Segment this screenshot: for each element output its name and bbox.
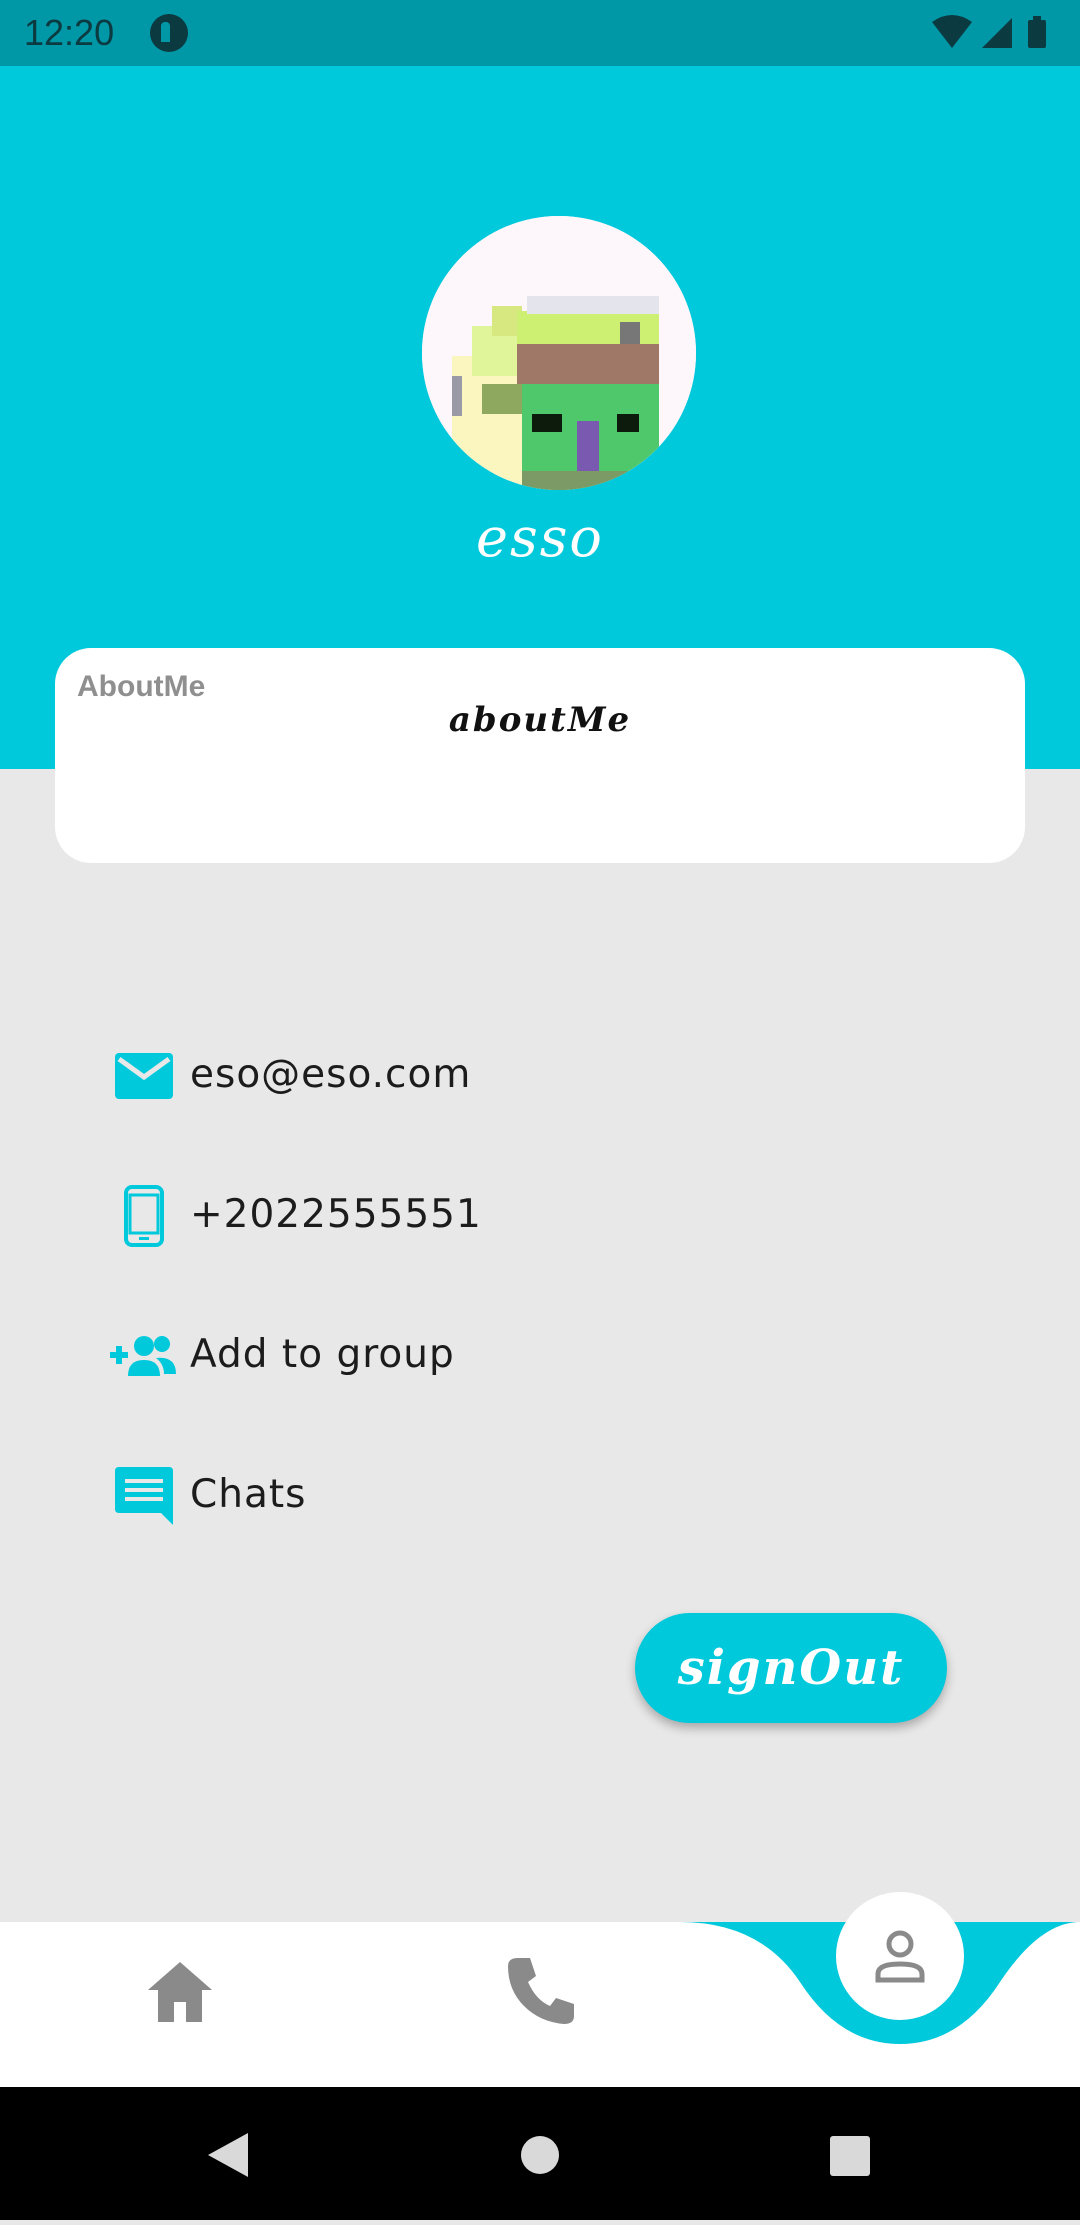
- bottom-navigation: [0, 1892, 1080, 2087]
- notification-app-icon: [150, 14, 188, 52]
- system-navigation-bar: [0, 2087, 1080, 2220]
- about-me-label: AboutMe: [77, 670, 206, 703]
- status-time: 12:20: [24, 12, 115, 53]
- chats-text: Chats: [190, 1472, 307, 1517]
- phone-icon[interactable]: [500, 1950, 580, 2030]
- add-to-group-text: Add to group: [190, 1332, 455, 1377]
- phone-row[interactable]: +2022555551: [108, 1176, 708, 1256]
- about-me-card: AboutMe aboutMe: [55, 648, 1025, 863]
- back-icon[interactable]: [208, 2133, 248, 2177]
- group-add-icon: [108, 1316, 180, 1396]
- sign-out-button[interactable]: signOut: [635, 1613, 947, 1723]
- cell-signal-icon: [982, 18, 1012, 48]
- wifi-icon: [932, 15, 972, 48]
- smartphone-icon: [108, 1176, 180, 1256]
- status-icons: [930, 14, 1060, 52]
- chats-row[interactable]: Chats: [108, 1456, 708, 1536]
- about-me-value: aboutMe: [448, 700, 632, 740]
- avatar-image: [422, 216, 696, 490]
- email-text: eso@eso.com: [190, 1052, 472, 1097]
- home-icon[interactable]: [140, 1952, 220, 2032]
- profile-icon[interactable]: [836, 1892, 964, 2020]
- home-circle-icon[interactable]: [521, 2136, 559, 2174]
- email-row[interactable]: eso@eso.com: [108, 1036, 708, 1116]
- email-icon: [108, 1036, 180, 1116]
- profile-avatar[interactable]: [422, 216, 696, 490]
- recents-icon[interactable]: [830, 2136, 870, 2176]
- battery-icon: [1028, 16, 1046, 48]
- chat-icon: [108, 1456, 180, 1536]
- profile-name: esso: [476, 506, 604, 569]
- status-bar: 12:20: [0, 0, 1080, 66]
- add-to-group-row[interactable]: Add to group: [108, 1316, 708, 1396]
- phone-text: +2022555551: [190, 1192, 482, 1237]
